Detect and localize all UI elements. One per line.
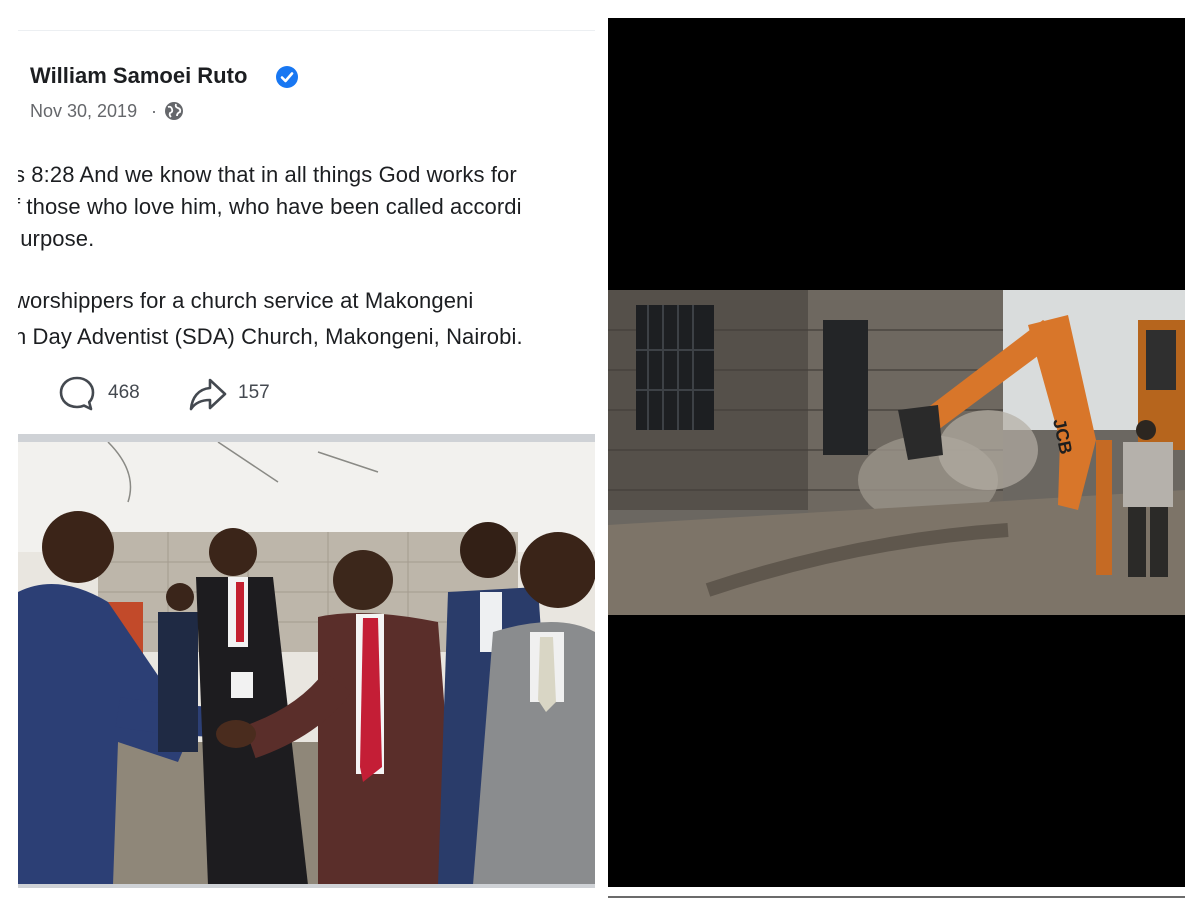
post-body-line: worshippers for a church service at Mako… bbox=[18, 288, 474, 313]
bottom-rule bbox=[608, 896, 1185, 898]
section-divider bbox=[18, 434, 595, 442]
post-body-line: s 8:28 And we know that in all things Go… bbox=[18, 162, 517, 187]
video-player[interactable]: JCB bbox=[608, 18, 1185, 887]
share-count[interactable]: 157 bbox=[238, 382, 270, 404]
comment-icon[interactable] bbox=[58, 375, 96, 413]
post-body-line: h Day Adventist (SDA) Church, Makongeni,… bbox=[18, 324, 523, 349]
top-divider bbox=[18, 30, 595, 31]
comment-count[interactable]: 468 bbox=[108, 382, 140, 404]
verified-badge-icon bbox=[276, 66, 298, 88]
handshake-photo-illustration bbox=[18, 442, 595, 885]
demolition-scene-illustration: JCB bbox=[608, 290, 1185, 615]
post-body-line: f those who love him, who have been call… bbox=[18, 194, 522, 219]
post-author-name[interactable]: William Samoei Ruto bbox=[30, 63, 247, 89]
bottom-divider bbox=[18, 884, 595, 888]
video-frame: JCB bbox=[608, 290, 1185, 615]
facebook-post: William Samoei Ruto Nov 30, 2019 · s 8:2… bbox=[18, 30, 595, 885]
post-body-line: ıurpose. bbox=[18, 226, 95, 251]
date-separator: · bbox=[151, 101, 157, 121]
share-icon[interactable] bbox=[188, 375, 228, 413]
post-timestamp[interactable]: Nov 30, 2019 bbox=[30, 101, 137, 122]
post-photo[interactable] bbox=[18, 442, 595, 885]
globe-icon[interactable] bbox=[164, 101, 184, 121]
